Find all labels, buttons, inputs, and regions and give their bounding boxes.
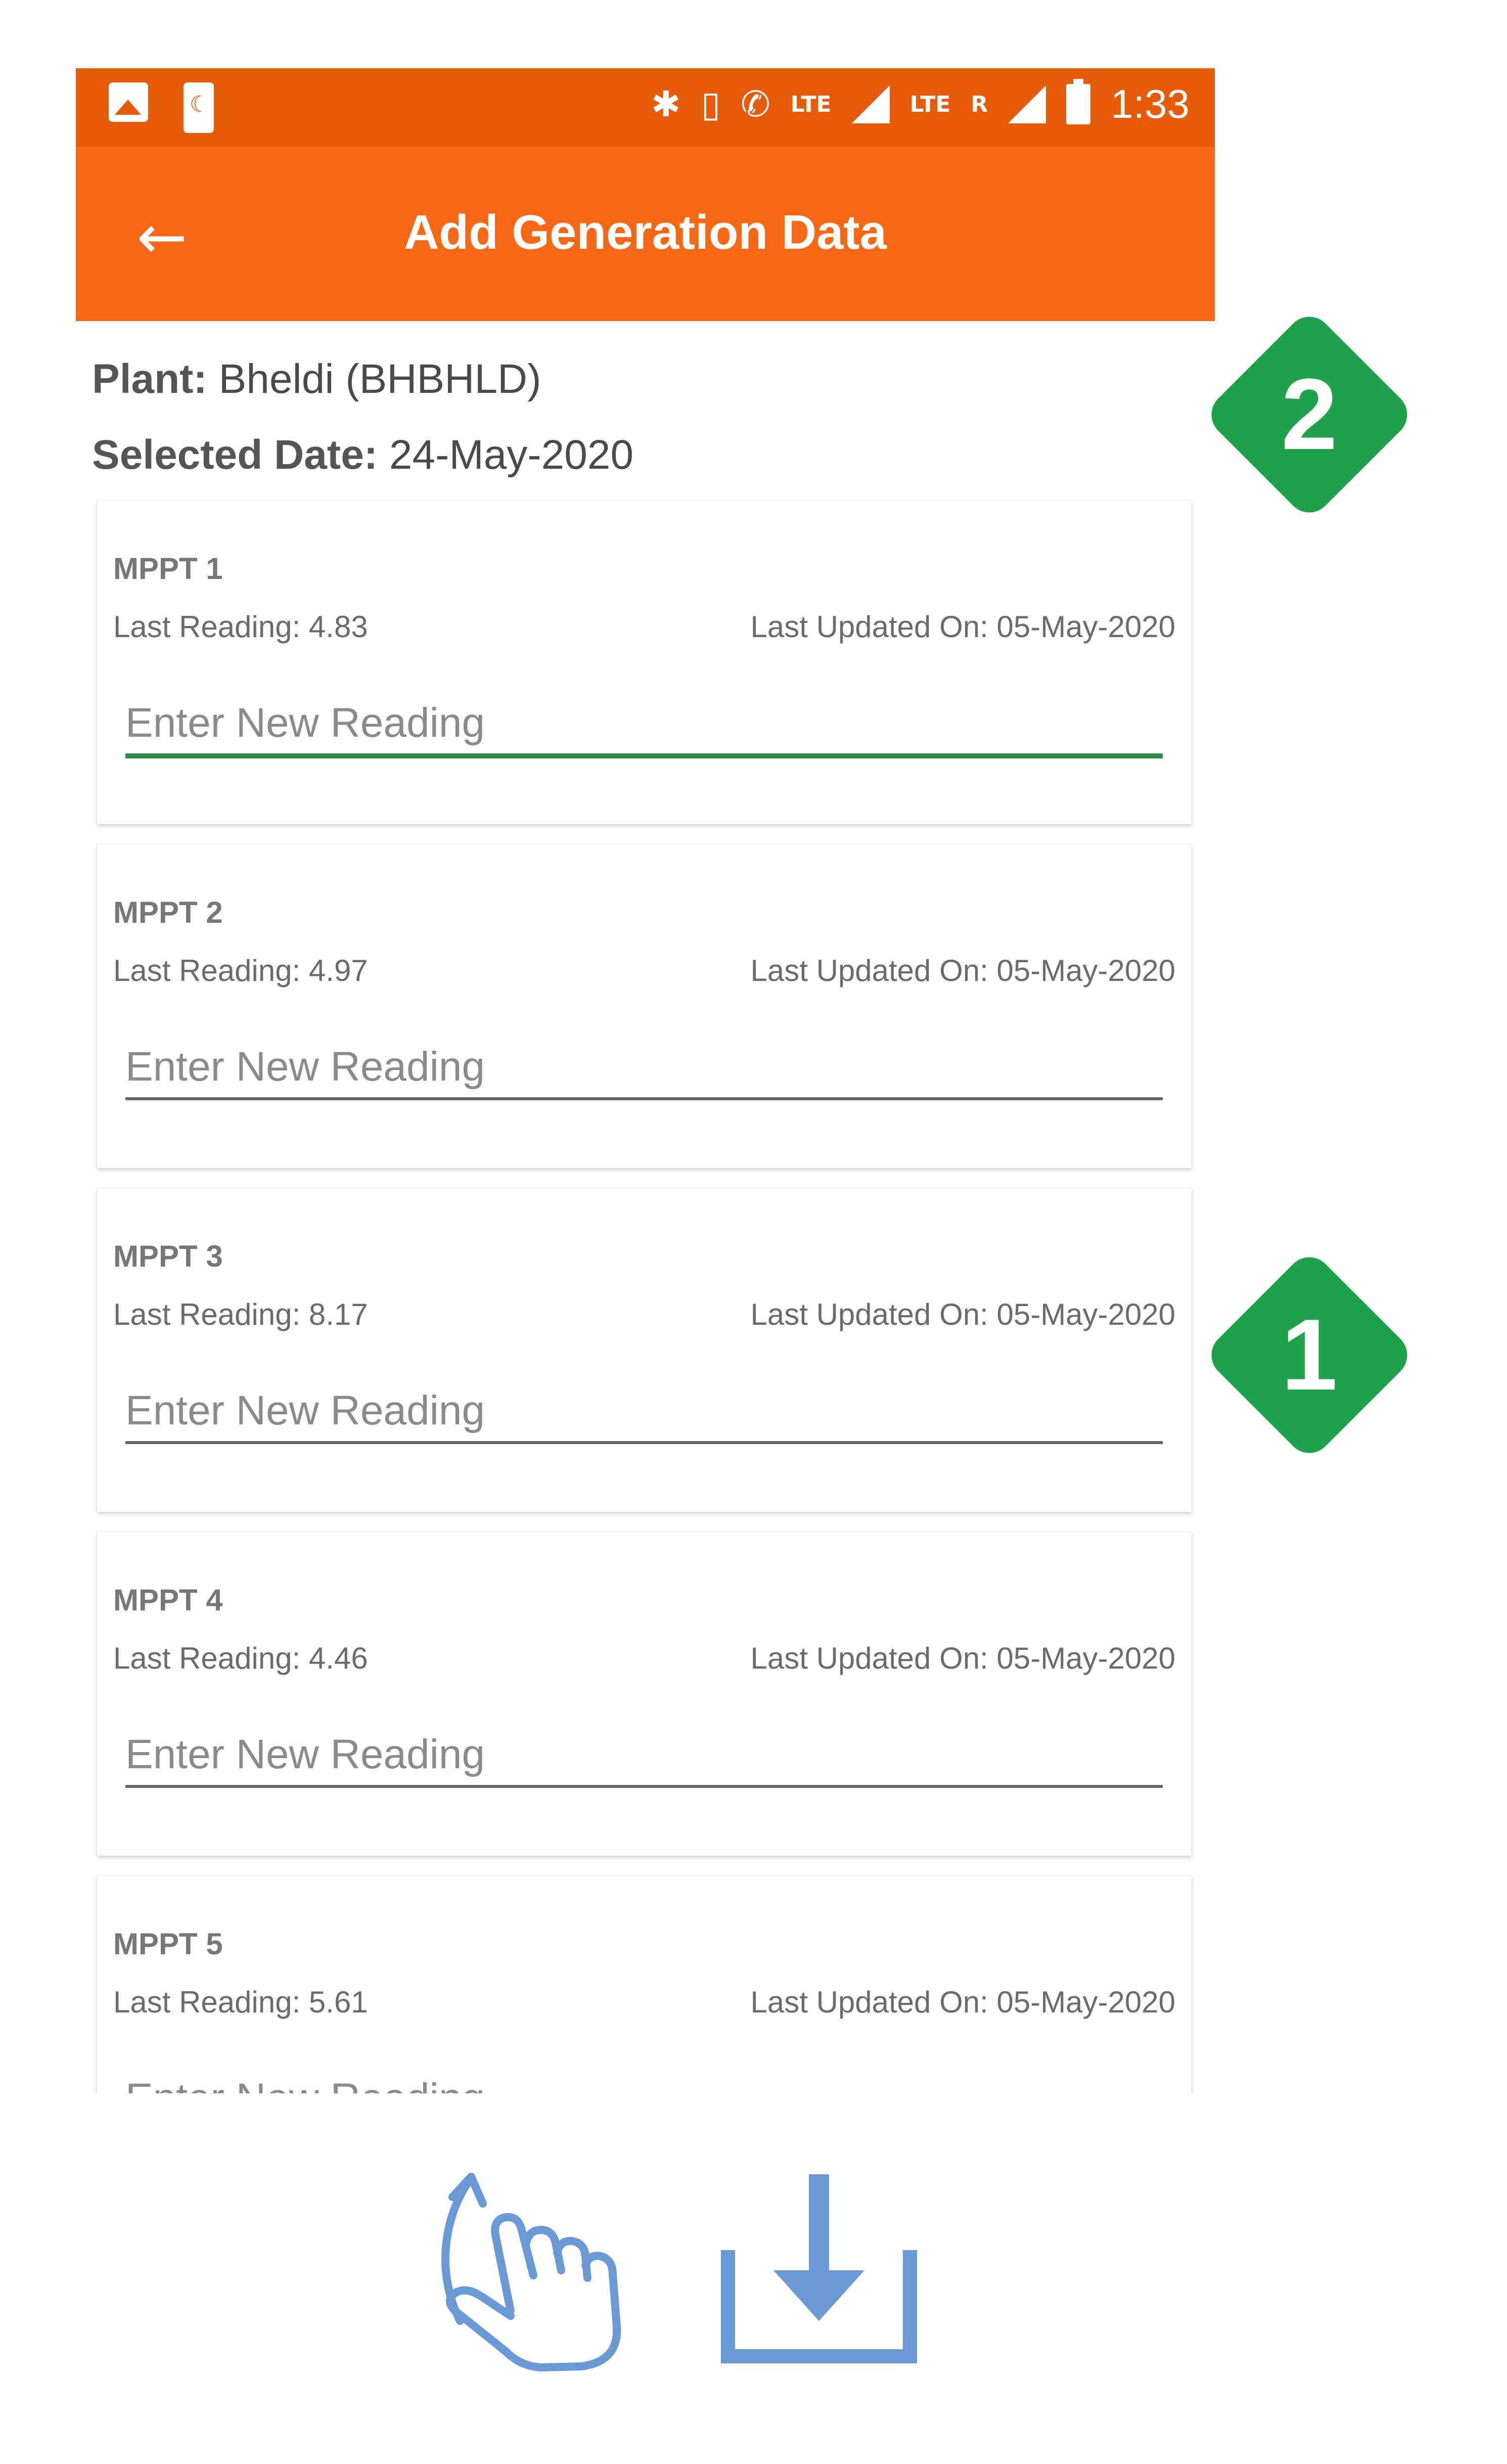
last-updated: Last Updated On: 05-May-2020 bbox=[750, 610, 1176, 644]
plant-label: Plant: bbox=[92, 356, 207, 402]
roaming-label: R bbox=[971, 91, 988, 117]
mppt-title: MPPT 2 bbox=[113, 895, 223, 929]
lte-label-2: LTE bbox=[909, 91, 951, 117]
last-reading: Last Reading: 5.61 bbox=[113, 1985, 368, 2019]
selected-date-label: Selected Date: bbox=[92, 432, 378, 478]
last-reading: Last Reading: 4.46 bbox=[113, 1641, 368, 1675]
new-reading-input[interactable] bbox=[125, 2068, 1163, 2093]
last-updated: Last Updated On: 05-May-2020 bbox=[750, 1641, 1176, 1675]
bluetooth-icon: ✱ bbox=[651, 83, 681, 125]
mppt-card: MPPT 3 Last Reading: 8.17 Last Updated O… bbox=[97, 1188, 1192, 1512]
plant-info: Plant: Bheldi (BHBHLD) Selected Date: 24… bbox=[92, 341, 633, 493]
mppt-card: MPPT 5 Last Reading: 5.61 Last Updated O… bbox=[97, 1876, 1192, 2093]
mppt-title: MPPT 4 bbox=[113, 1583, 223, 1617]
swipe-up-hand-icon bbox=[441, 2173, 621, 2371]
status-bar: ✱ ▯ ✆ LTE LTE R 1:33 bbox=[76, 68, 1215, 147]
mppt-title: MPPT 1 bbox=[113, 552, 223, 586]
last-reading: Last Reading: 4.97 bbox=[113, 954, 368, 988]
plant-row: Plant: Bheldi (BHBHLD) bbox=[92, 341, 633, 417]
battery-icon bbox=[1066, 79, 1091, 124]
app-bar: ← Add Generation Data bbox=[76, 147, 1215, 321]
mppt-card: MPPT 2 Last Reading: 4.97 Last Updated O… bbox=[97, 844, 1192, 1168]
selected-date-row: Selected Date: 24-May-2020 bbox=[92, 417, 633, 493]
signal-icon bbox=[851, 85, 890, 123]
new-reading-input[interactable] bbox=[125, 1380, 1163, 1444]
volte-call-icon: ✆ bbox=[741, 83, 770, 125]
new-reading-input[interactable] bbox=[125, 693, 1163, 758]
bottom-icons bbox=[0, 2159, 1507, 2387]
mppt-card: MPPT 4 Last Reading: 4.46 Last Updated O… bbox=[97, 1532, 1192, 1856]
last-reading: Last Reading: 4.83 bbox=[113, 610, 368, 644]
plant-value: Bheldi (BHBHLD) bbox=[218, 356, 541, 402]
mppt-title: MPPT 3 bbox=[113, 1239, 223, 1273]
step-badge: 2 bbox=[1201, 306, 1418, 523]
step-badge-number: 1 bbox=[1281, 1298, 1338, 1411]
page-title: Add Generation Data bbox=[404, 205, 887, 259]
last-updated: Last Updated On: 05-May-2020 bbox=[750, 1297, 1176, 1331]
step-badge: 1 bbox=[1201, 1246, 1418, 1464]
vibrate-icon: ▯ bbox=[701, 83, 721, 125]
signal-icon-2 bbox=[1008, 85, 1046, 123]
last-updated: Last Updated On: 05-May-2020 bbox=[750, 1985, 1176, 2019]
selected-date-value: 24-May-2020 bbox=[389, 432, 634, 478]
phone-icon bbox=[184, 82, 214, 133]
download-icon bbox=[721, 2174, 917, 2363]
step-badge-number: 2 bbox=[1281, 358, 1338, 471]
mppt-card: MPPT 1 Last Reading: 4.83 Last Updated O… bbox=[97, 501, 1192, 824]
new-reading-input[interactable] bbox=[125, 1724, 1163, 1788]
image-icon bbox=[109, 82, 148, 122]
phone-screen: ✱ ▯ ✆ LTE LTE R 1:33 ← Add Generation Da… bbox=[76, 68, 1215, 2093]
last-reading: Last Reading: 8.17 bbox=[113, 1297, 368, 1331]
mppt-title: MPPT 5 bbox=[113, 1927, 223, 1961]
lte-label-1: LTE bbox=[790, 91, 832, 117]
last-updated: Last Updated On: 05-May-2020 bbox=[750, 954, 1176, 988]
new-reading-input[interactable] bbox=[125, 1037, 1163, 1100]
clock: 1:33 bbox=[1111, 81, 1190, 126]
